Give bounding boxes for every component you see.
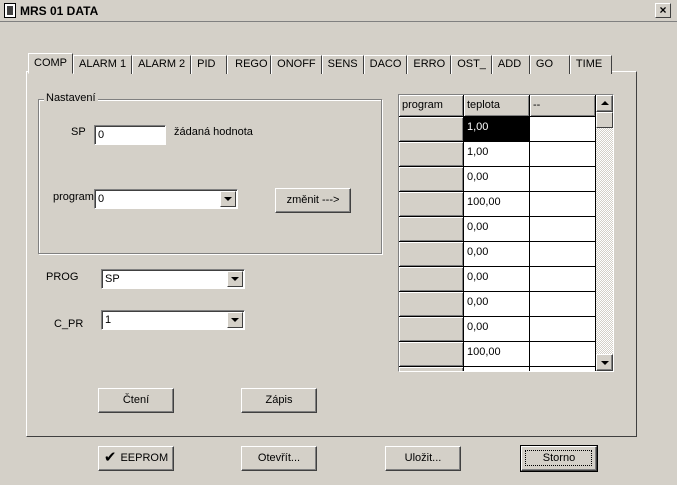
eeprom-button-label: EEPROM: [120, 452, 169, 464]
table-row: 0,00: [399, 217, 596, 242]
tab-alarm-1[interactable]: ALARM 1: [73, 55, 133, 74]
grid-row-header[interactable]: [399, 167, 464, 192]
grid-cell-teplota[interactable]: 100,00: [464, 192, 530, 217]
table-row: [399, 367, 596, 371]
grid-cell-teplota[interactable]: 0,00: [464, 267, 530, 292]
c-pr-label: C_PR: [54, 318, 84, 330]
grid-header-row: program teplota --: [399, 95, 596, 117]
prog-select-value: SP: [105, 273, 120, 285]
c-pr-select-value: 1: [105, 314, 112, 326]
chevron-down-icon[interactable]: [220, 191, 236, 207]
sp-label: SP: [71, 126, 86, 138]
data-grid[interactable]: program teplota -- 1,00 1,00 0,00 100,00…: [398, 94, 614, 372]
scroll-down-icon[interactable]: [596, 354, 613, 371]
grid-header-extra[interactable]: --: [530, 95, 596, 117]
grid-cell-extra[interactable]: [530, 267, 596, 292]
grid-cell-teplota[interactable]: 0,00: [464, 292, 530, 317]
eeprom-button[interactable]: ✔ EEPROM: [98, 446, 174, 471]
table-row: 1,00: [399, 142, 596, 167]
app-icon[interactable]: [4, 3, 16, 18]
tab-go[interactable]: GO: [529, 55, 570, 74]
grid-cell-teplota[interactable]: 100,00: [464, 342, 530, 367]
focus-rectangle: [525, 450, 592, 466]
grid-vertical-scrollbar[interactable]: [596, 95, 613, 371]
grid-cell-extra[interactable]: [530, 342, 596, 367]
table-row: 0,00: [399, 292, 596, 317]
tab-erro[interactable]: ERRO: [407, 55, 452, 74]
table-row: 0,00: [399, 242, 596, 267]
table-row: 0,00: [399, 317, 596, 342]
title-bar: MRS 01 DATA ×: [0, 0, 677, 22]
tab-ost[interactable]: OST_: [451, 55, 492, 74]
grid-row-header[interactable]: [399, 192, 464, 217]
prog-label: PROG: [46, 271, 79, 283]
grid-row-header[interactable]: [399, 342, 464, 367]
grid-row-header[interactable]: [399, 317, 464, 342]
grid-cell-teplota[interactable]: 1,00: [464, 142, 530, 167]
chevron-down-icon[interactable]: [227, 312, 243, 328]
tab-sens[interactable]: SENS: [321, 55, 364, 74]
read-button[interactable]: Čtení: [98, 388, 174, 413]
tab-add[interactable]: ADD: [491, 55, 530, 74]
grid-cell-extra[interactable]: [530, 217, 596, 242]
prog-select[interactable]: SP: [101, 269, 245, 289]
tab-comp[interactable]: COMP: [28, 53, 73, 74]
scroll-up-icon[interactable]: [596, 95, 613, 112]
cancel-button[interactable]: Storno: [520, 445, 598, 472]
grid-cell-extra[interactable]: [530, 317, 596, 342]
c-pr-select[interactable]: 1: [101, 310, 245, 330]
window-title: MRS 01 DATA: [20, 4, 99, 18]
chevron-down-icon[interactable]: [227, 271, 243, 287]
program-label: program: [53, 191, 94, 203]
grid-cell-extra[interactable]: [530, 367, 596, 371]
grid-cell-extra[interactable]: [530, 167, 596, 192]
grid-cell-extra[interactable]: [530, 142, 596, 167]
grid-row-header[interactable]: [399, 267, 464, 292]
nastaveni-group-label: Nastavení: [44, 92, 98, 104]
grid-row-header[interactable]: [399, 117, 464, 142]
grid-body: program teplota -- 1,00 1,00 0,00 100,00…: [399, 95, 596, 371]
table-row: 100,00: [399, 342, 596, 367]
grid-cell-teplota[interactable]: [464, 367, 530, 371]
grid-cell-extra[interactable]: [530, 242, 596, 267]
grid-cell-extra[interactable]: [530, 192, 596, 217]
program-select[interactable]: 0: [94, 189, 238, 209]
table-row: 1,00: [399, 117, 596, 142]
tab-rego[interactable]: REGO: [227, 55, 272, 74]
tab-daco[interactable]: DACO: [363, 55, 408, 74]
program-select-value: 0: [98, 193, 105, 205]
grid-header-program[interactable]: program: [399, 95, 464, 117]
grid-cell-extra[interactable]: [530, 117, 596, 142]
grid-cell-teplota[interactable]: 0,00: [464, 317, 530, 342]
grid-header-teplota[interactable]: teplota: [464, 95, 530, 117]
table-row: 100,00: [399, 192, 596, 217]
tab-pid[interactable]: PID: [191, 55, 228, 74]
grid-cell-teplota[interactable]: 0,00: [464, 217, 530, 242]
grid-row-header[interactable]: [399, 142, 464, 167]
save-button[interactable]: Uložit...: [385, 446, 461, 471]
write-button[interactable]: Zápis: [241, 388, 317, 413]
sp-input[interactable]: 0: [94, 125, 166, 145]
checkmark-icon: ✔: [103, 449, 117, 466]
grid-row-header[interactable]: [399, 242, 464, 267]
table-row: 0,00: [399, 267, 596, 292]
grid-row-header[interactable]: [399, 217, 464, 242]
sp-hint: žádaná hodnota: [174, 126, 253, 138]
grid-cell-teplota[interactable]: 1,00: [464, 117, 530, 142]
grid-row-header[interactable]: [399, 292, 464, 317]
tab-strip: COMP ALARM 1 ALARM 2 PID REGO ONOFF SENS…: [28, 53, 612, 74]
tab-alarm-2[interactable]: ALARM 2: [132, 55, 192, 74]
close-button[interactable]: ×: [655, 3, 671, 18]
grid-cell-teplota[interactable]: 0,00: [464, 167, 530, 192]
tab-time[interactable]: TIME: [569, 55, 612, 74]
table-row: 0,00: [399, 167, 596, 192]
tab-onoff[interactable]: ONOFF: [271, 55, 322, 74]
grid-cell-teplota[interactable]: 0,00: [464, 242, 530, 267]
grid-row-header[interactable]: [399, 367, 464, 371]
grid-cell-extra[interactable]: [530, 292, 596, 317]
change-button[interactable]: změnit --->: [275, 188, 351, 213]
nastaveni-group: [38, 99, 382, 254]
open-button[interactable]: Otevřít...: [241, 446, 317, 471]
scroll-thumb[interactable]: [596, 112, 613, 128]
